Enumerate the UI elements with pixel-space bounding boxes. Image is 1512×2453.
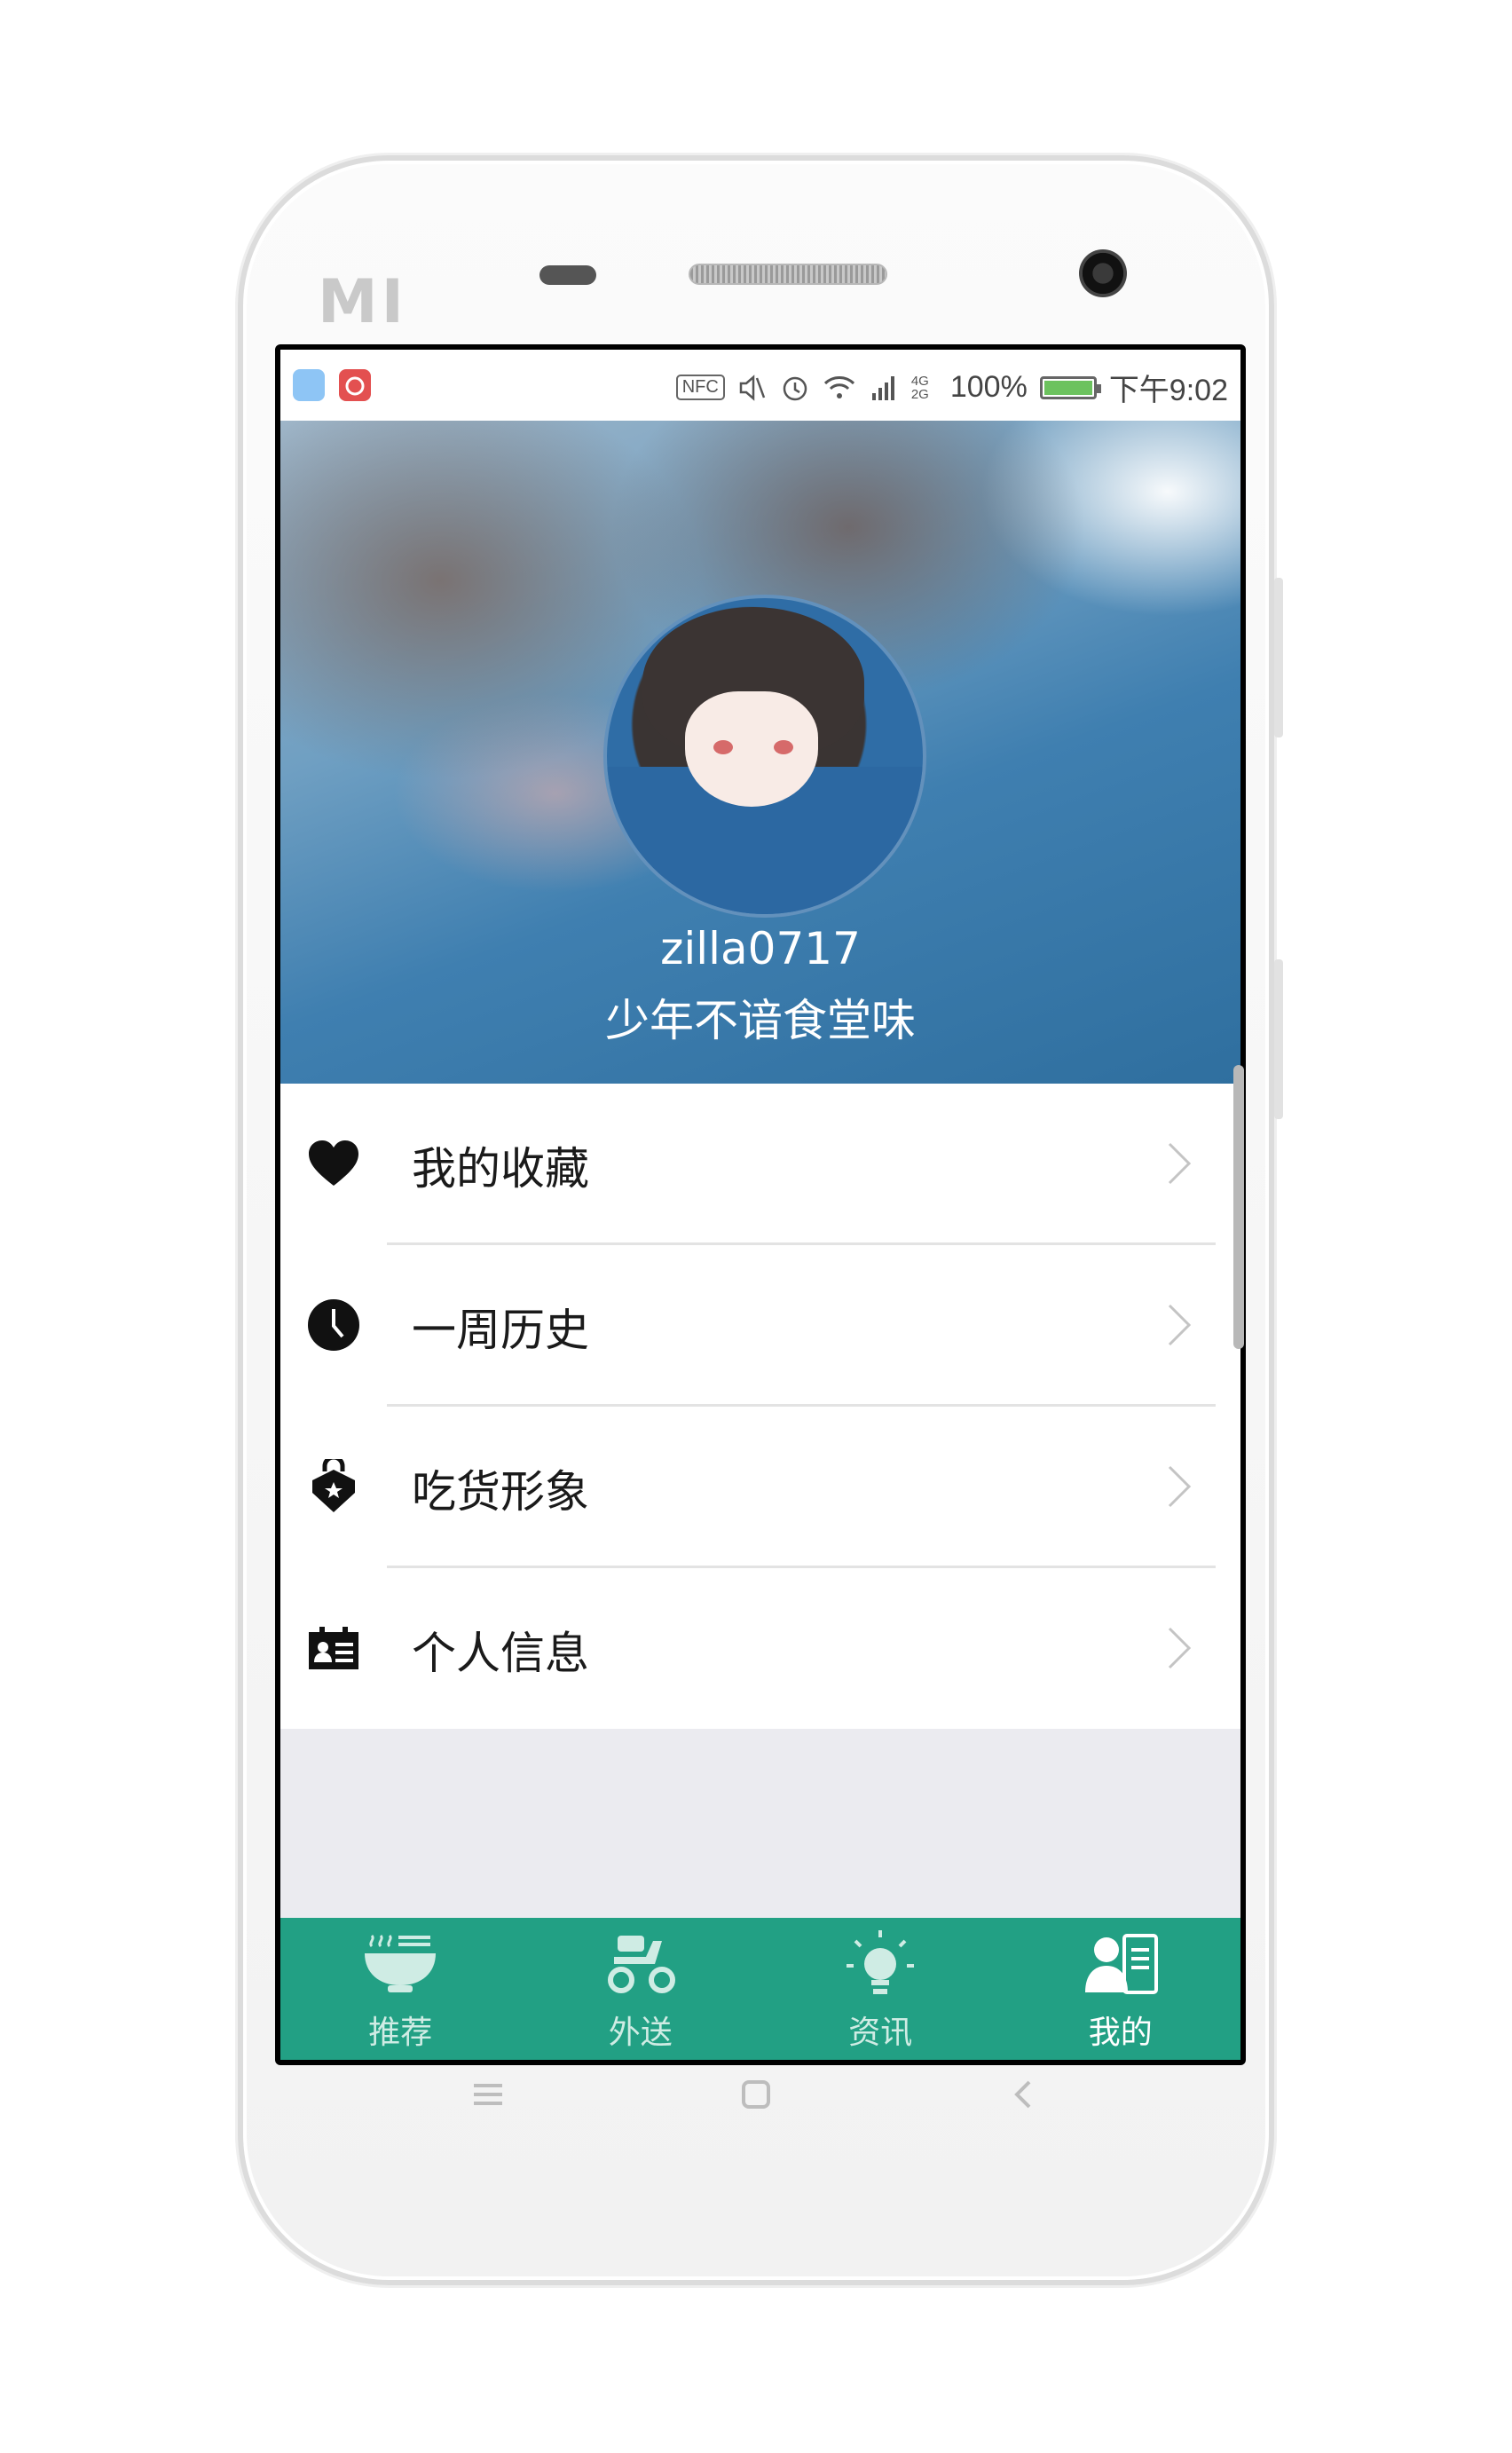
tab-label: 我的 xyxy=(1088,2015,1153,2051)
front-camera xyxy=(1079,249,1127,297)
back-key-icon[interactable] xyxy=(997,2068,1051,2121)
wifi-icon xyxy=(823,375,854,398)
tab-label: 资讯 xyxy=(848,2015,913,2051)
network-type-label: 4G 2G xyxy=(910,373,929,402)
signal-icon xyxy=(871,375,894,400)
earpiece-speaker xyxy=(689,264,887,285)
username: zilla0717 xyxy=(660,923,861,974)
profile-header: zilla0717 少年不谙食堂味 xyxy=(280,421,1240,1084)
tab-label: 推荐 xyxy=(368,2015,433,2051)
profile-motto: 少年不谙食堂味 xyxy=(605,995,916,1046)
tab-label: 外送 xyxy=(608,2015,673,2051)
app-display: NFC 4G 2G 100% 下午9:02 zilla0717 少年不谙食堂味 … xyxy=(280,350,1240,2060)
tab-news[interactable]: 资讯 xyxy=(760,1918,1001,2060)
profile-menu: 我的收藏 一周历史 吃货形象 个人信息 xyxy=(280,1084,1240,1729)
menu-item-label: 个人信息 xyxy=(412,1628,589,1679)
app-icon-blue xyxy=(293,369,325,401)
menu-item-favorites[interactable]: 我的收藏 xyxy=(280,1084,1240,1245)
clock-time: 下午9:02 xyxy=(1108,374,1228,407)
profile-card-icon xyxy=(1084,1934,1158,1994)
menu-key-icon[interactable] xyxy=(461,2068,515,2121)
tab-mine[interactable]: 我的 xyxy=(1001,1918,1241,2060)
screen: NFC 4G 2G 100% 下午9:02 zilla0717 少年不谙食堂味 … xyxy=(275,344,1246,2065)
scooter-icon xyxy=(607,1936,675,1993)
status-bar: NFC 4G 2G 100% 下午9:02 xyxy=(280,350,1240,421)
status-icons: NFC 4G 2G 100% 下午9:02 xyxy=(675,366,1228,409)
bowl-icon xyxy=(365,1934,437,1992)
home-key-icon[interactable] xyxy=(729,2068,783,2121)
brand-logo: MI xyxy=(318,267,407,337)
star-badge-icon xyxy=(305,1458,362,1515)
heart-icon xyxy=(305,1135,362,1192)
id-card-icon xyxy=(305,1620,362,1676)
menu-item-history[interactable]: 一周历史 xyxy=(280,1245,1240,1407)
nfc-indicator: NFC xyxy=(675,375,725,400)
chevron-right-icon xyxy=(1168,1627,1192,1669)
menu-item-foodie-image[interactable]: 吃货形象 xyxy=(280,1407,1240,1568)
alarm-icon xyxy=(783,376,807,400)
menu-item-label: 吃货形象 xyxy=(412,1466,589,1518)
side-scroll-indicator xyxy=(1233,1065,1244,1349)
bottom-tab-bar: 推荐 外送 资讯 我的 xyxy=(280,1918,1240,2060)
netease-music-icon xyxy=(339,369,371,401)
menu-item-personal-info[interactable]: 个人信息 xyxy=(280,1568,1240,1730)
menu-item-label: 我的收藏 xyxy=(412,1143,589,1195)
lightbulb-icon xyxy=(847,1930,915,1994)
avatar[interactable] xyxy=(603,595,926,918)
battery-icon xyxy=(1039,375,1101,399)
chevron-right-icon xyxy=(1168,1465,1192,1508)
volume-button xyxy=(1274,578,1283,737)
proximity-sensor xyxy=(539,265,596,285)
battery-fill xyxy=(1043,380,1092,395)
battery-percent: 100% xyxy=(949,370,1028,404)
mute-icon xyxy=(739,374,766,401)
tab-delivery[interactable]: 外送 xyxy=(521,1918,761,2060)
chevron-right-icon xyxy=(1168,1304,1192,1346)
clock-icon xyxy=(305,1297,362,1353)
chevron-right-icon xyxy=(1168,1142,1192,1185)
tab-recommend[interactable]: 推荐 xyxy=(280,1918,521,2060)
menu-item-label: 一周历史 xyxy=(412,1305,589,1356)
power-button xyxy=(1274,959,1283,1119)
